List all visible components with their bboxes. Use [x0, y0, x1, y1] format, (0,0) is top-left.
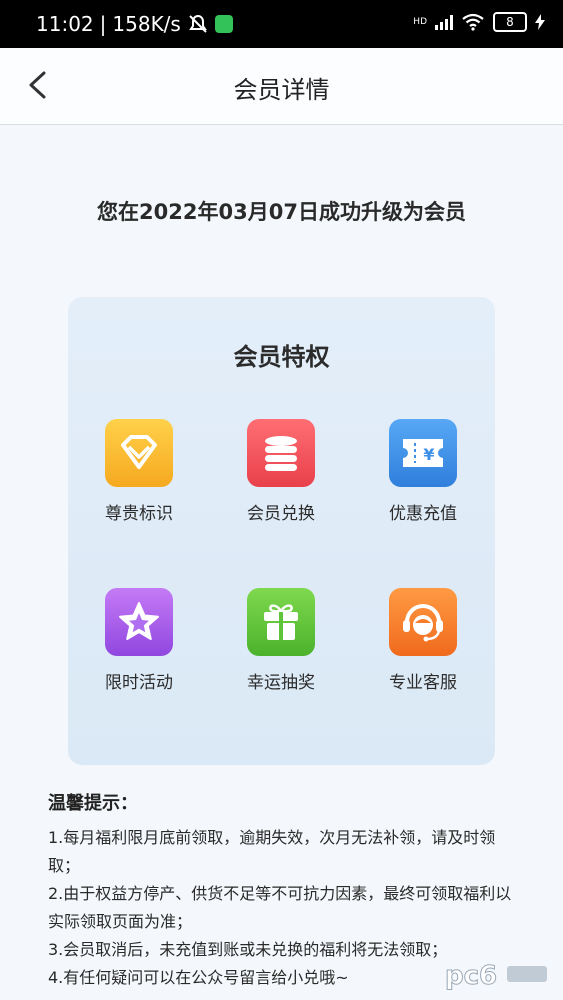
svg-text:¥: ¥: [423, 445, 434, 464]
privilege-tile-activity[interactable]: 限时活动: [89, 588, 189, 693]
top-nav-bar: 会员详情: [0, 48, 563, 125]
status-right: HD 8: [413, 12, 545, 32]
page-title: 会员详情: [233, 76, 330, 104]
privilege-label: 尊贵标识: [105, 504, 173, 524]
wifi-icon: [462, 13, 484, 31]
privilege-tile-lottery[interactable]: 幸运抽奖: [231, 588, 331, 693]
svg-text:pc6: pc6: [445, 961, 497, 991]
privilege-label: 幸运抽奖: [247, 673, 315, 693]
coin-stack-icon: [247, 419, 315, 487]
charging-icon: [535, 14, 545, 30]
privileges-title: 会员特权: [233, 343, 330, 371]
status-bar: 11:02 | 158K/s HD 8: [0, 0, 563, 48]
tip-item: 1.每月福利限月底前领取，逾期失效，次月无法补领，请及时领取；: [48, 828, 496, 875]
privilege-label: 优惠充值: [389, 504, 457, 524]
privilege-label: 专业客服: [389, 673, 457, 693]
tip-item: 2.由于权益方停产、供货不足等不可抗力因素，最终可领取福利以实际领取页面为准；: [48, 884, 512, 931]
privilege-tile-badge[interactable]: 尊贵标识: [89, 419, 189, 524]
privilege-label: 限时活动: [105, 673, 173, 693]
privilege-tile-exchange[interactable]: 会员兑换: [231, 419, 331, 524]
status-divider: |: [99, 12, 107, 36]
app-notification-icon: [214, 15, 233, 33]
battery-icon: 8: [493, 12, 527, 32]
headset-icon: [389, 588, 457, 656]
hd-label: HD: [413, 17, 427, 27]
diamond-icon: [105, 419, 173, 487]
network-speed: 158K/s: [112, 12, 181, 36]
gift-icon: [247, 588, 315, 656]
status-left: 11:02 | 158K/s: [36, 12, 233, 36]
bell-muted-icon: [188, 14, 207, 33]
signal-icon: [435, 14, 453, 30]
yuan-ticket-icon: ¥: [389, 419, 457, 487]
status-time: 11:02: [36, 12, 94, 36]
privilege-tile-service[interactable]: 专业客服: [373, 588, 473, 693]
upgrade-message: 您在2022年03月07日成功升级为会员: [97, 200, 466, 224]
privileges-card: 会员特权 尊贵标识 会员兑换 ¥ 优惠充值 限时活动 幸运抽奖 专业客服: [68, 297, 495, 765]
star-icon: [105, 588, 173, 656]
watermark-logo: pc6: [441, 958, 551, 992]
tips-title: 温馨提示：: [48, 793, 138, 814]
privilege-label: 会员兑换: [247, 504, 315, 524]
privilege-tile-recharge[interactable]: ¥ 优惠充值: [373, 419, 473, 524]
